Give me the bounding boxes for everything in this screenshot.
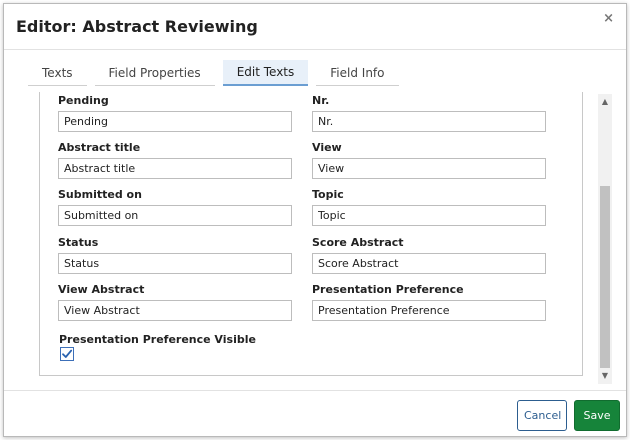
presentation-preference-label: Presentation Preference (312, 283, 464, 296)
scroll-up-icon[interactable]: ▲ (598, 96, 612, 108)
dialog-titlebar: Editor: Abstract Reviewing × (4, 4, 626, 50)
nr-input[interactable] (312, 111, 546, 132)
tab-edit-texts[interactable]: Edit Texts (222, 60, 309, 86)
tab-texts[interactable]: Texts (28, 60, 87, 86)
abstract-title-input[interactable] (58, 158, 292, 179)
edit-texts-panel: Pending Abstract title Submitted on Stat… (39, 92, 583, 376)
tab-bar: Texts Field Properties Edit Texts Field … (28, 60, 399, 86)
scroll-down-icon[interactable]: ▼ (598, 370, 612, 382)
score-abstract-field: Score Abstract (312, 236, 546, 274)
status-field: Status (58, 236, 292, 274)
pending-label: Pending (58, 94, 109, 107)
dialog-title: Editor: Abstract Reviewing (16, 17, 258, 36)
score-abstract-input[interactable] (312, 253, 546, 274)
view-input[interactable] (312, 158, 546, 179)
scroll-thumb[interactable] (600, 186, 610, 368)
status-input[interactable] (58, 253, 292, 274)
tab-field-properties[interactable]: Field Properties (94, 60, 215, 86)
presentation-preference-input[interactable] (312, 300, 546, 321)
topic-label: Topic (312, 188, 344, 201)
cancel-button[interactable]: Cancel (517, 400, 567, 431)
checkmark-icon (62, 349, 73, 358)
panel-scrollbar[interactable]: ▲ ▼ (598, 94, 612, 384)
score-abstract-label: Score Abstract (312, 236, 404, 249)
view-label: View (312, 141, 342, 154)
pending-input[interactable] (58, 111, 292, 132)
dialog-footer: Cancel Save (4, 390, 626, 438)
nr-field: Nr. (312, 94, 546, 132)
status-label: Status (58, 236, 99, 249)
tab-field-info[interactable]: Field Info (316, 60, 399, 86)
presentation-preference-visible-checkbox[interactable] (60, 347, 74, 361)
presentation-preference-field: Presentation Preference (312, 283, 546, 321)
nr-label: Nr. (312, 94, 330, 107)
topic-input[interactable] (312, 205, 546, 226)
submitted-on-label: Submitted on (58, 188, 142, 201)
submitted-on-field: Submitted on (58, 188, 292, 226)
view-abstract-field: View Abstract (58, 283, 292, 321)
view-field: View (312, 141, 546, 179)
pending-field: Pending (58, 94, 292, 132)
view-abstract-label: View Abstract (58, 283, 145, 296)
abstract-title-label: Abstract title (58, 141, 141, 154)
abstract-title-field: Abstract title (58, 141, 292, 179)
topic-field: Topic (312, 188, 546, 226)
presentation-preference-visible-label: Presentation Preference Visible (59, 333, 256, 346)
view-abstract-input[interactable] (58, 300, 292, 321)
save-button[interactable]: Save (574, 400, 620, 431)
close-icon[interactable]: × (603, 12, 614, 26)
editor-dialog: Editor: Abstract Reviewing × Texts Field… (3, 3, 627, 437)
submitted-on-input[interactable] (58, 205, 292, 226)
